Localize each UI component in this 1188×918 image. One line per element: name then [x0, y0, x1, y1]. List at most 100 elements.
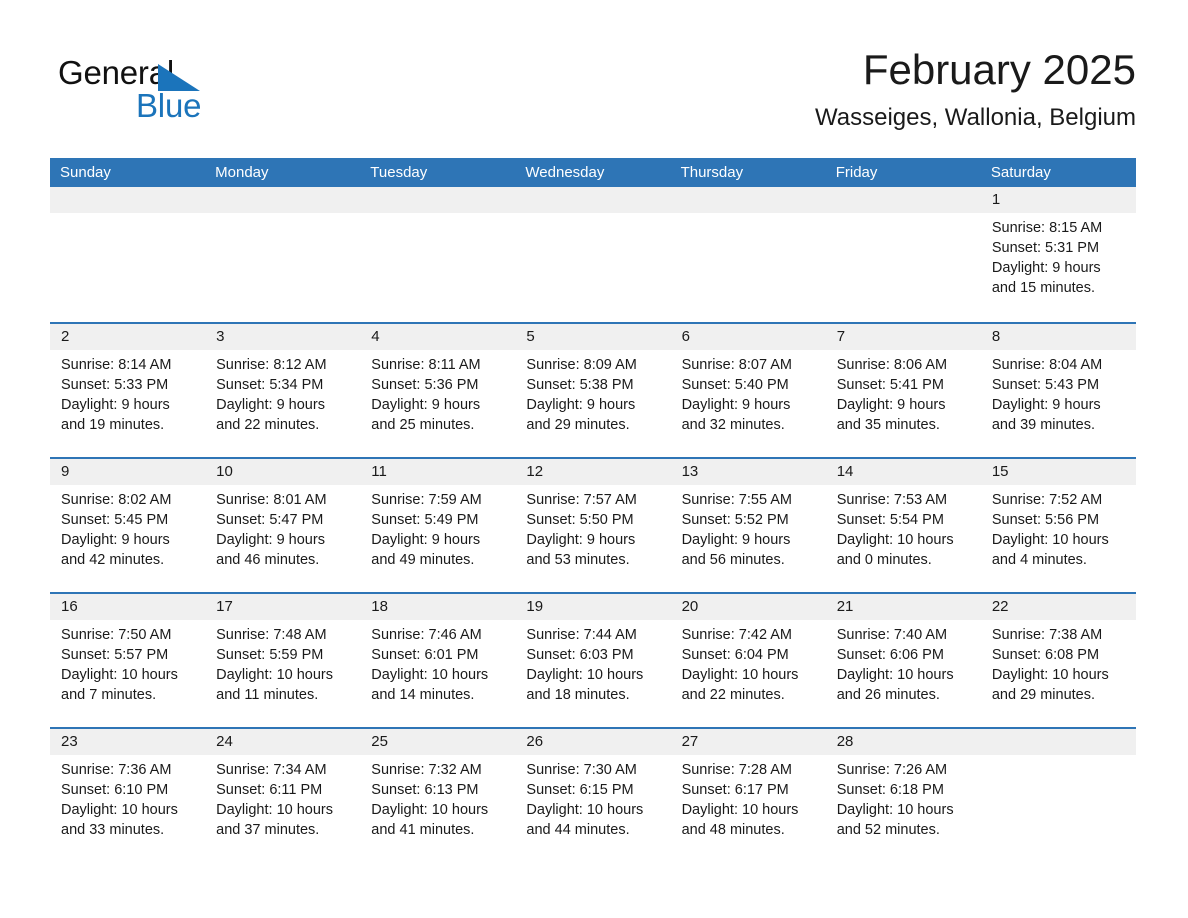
day-details: Sunrise: 7:42 AM Sunset: 6:04 PM Daylight:… [671, 620, 826, 705]
day-cell-15[interactable]: 15 Sunrise: 7:52 AM Sunset: 5:56 PM Dayligh… [980, 459, 1136, 592]
day-number: 25 [360, 729, 516, 755]
day-cell-10[interactable]: 10 Sunrise: 8:01 AM Sunset: 5:47 PM Dayligh… [205, 459, 361, 592]
sunset-text: Sunset: 5:59 PM [216, 647, 324, 663]
day-cell-7[interactable]: 7 Sunrise: 8:06 AM Sunset: 5:41 PM Daylight… [825, 324, 981, 457]
day-cell-22[interactable]: 22 Sunrise: 7:38 AM Sunset: 6:08 PM Dayligh… [980, 594, 1136, 727]
day-cell-18[interactable]: 18 Sunrise: 7:46 AM Sunset: 6:01 PM Dayligh… [360, 594, 516, 727]
daylight-text: Daylight: 10 hours and 52 minutes. [836, 802, 954, 838]
weekday-header-row: Sunday Monday Tuesday Wednesday Thursday Frid… [50, 158, 1136, 187]
day-details: Sunrise: 7:30 AM Sunset: 6:15 PM Daylight:… [515, 755, 670, 840]
sunset-text: Sunset: 5:33 PM [61, 377, 169, 393]
day-number: 11 [360, 459, 516, 485]
sunrise-text: Sunrise: 7:57 AM [526, 492, 637, 508]
day-number: 15 [980, 459, 1136, 485]
day-number: 7 [825, 324, 981, 350]
day-details: Sunrise: 8:02 AM Sunset: 5:45 PM Daylight:… [50, 485, 205, 570]
day-number: 8 [980, 324, 1136, 350]
day-details: Sunrise: 7:34 AM Sunset: 6:11 PM Daylight:… [205, 755, 360, 840]
weekday-header-sunday: Sunday [60, 164, 111, 181]
sunset-text: Sunset: 6:06 PM [836, 647, 944, 663]
day-number [50, 187, 206, 213]
day-number: 10 [205, 459, 361, 485]
day-details: Sunrise: 8:14 AM Sunset: 5:33 PM Daylight:… [50, 350, 205, 435]
day-details: Sunrise: 8:06 AM Sunset: 5:41 PM Daylight:… [826, 350, 981, 435]
day-cell-28[interactable]: 28 Sunrise: 7:26 AM Sunset: 6:18 PM Dayligh… [825, 729, 981, 862]
day-number: 6 [670, 324, 826, 350]
sunrise-text: Sunrise: 7:55 AM [681, 492, 792, 508]
day-cell-17[interactable]: 17 Sunrise: 7:48 AM Sunset: 5:59 PM Dayligh… [205, 594, 361, 727]
day-cell-21[interactable]: 21 Sunrise: 7:40 AM Sunset: 6:06 PM Dayligh… [825, 594, 981, 727]
sunrise-text: Sunrise: 8:12 AM [216, 357, 327, 373]
day-details: Sunrise: 8:01 AM Sunset: 5:47 PM Daylight:… [205, 485, 360, 570]
day-number: 26 [515, 729, 671, 755]
daylight-text: Daylight: 10 hours and 33 minutes. [61, 802, 178, 838]
daylight-text: Daylight: 9 hours and 22 minutes. [216, 397, 325, 433]
day-number: 27 [670, 729, 826, 755]
day-cell-12[interactable]: 12 Sunrise: 7:57 AM Sunset: 5:50 PM Dayligh… [515, 459, 671, 592]
day-number [825, 187, 981, 213]
day-details: Sunrise: 8:11 AM Sunset: 5:36 PM Daylight:… [360, 350, 515, 435]
day-cell-20[interactable]: 20 Sunrise: 7:42 AM Sunset: 6:04 PM Dayligh… [670, 594, 826, 727]
day-details: Sunrise: 7:36 AM Sunset: 6:10 PM Daylight:… [50, 755, 205, 840]
day-cell-23[interactable]: 23 Sunrise: 7:36 AM Sunset: 6:10 PM Dayligh… [50, 729, 206, 862]
day-cell-14[interactable]: 14 Sunrise: 7:53 AM Sunset: 5:54 PM Dayligh… [825, 459, 981, 592]
day-cell-24[interactable]: 24 Sunrise: 7:34 AM Sunset: 6:11 PM Dayligh… [205, 729, 361, 862]
daylight-text: Daylight: 9 hours and 39 minutes. [991, 397, 1101, 433]
daylight-text: Daylight: 9 hours and 29 minutes. [526, 397, 636, 433]
day-details: Sunrise: 7:52 AM Sunset: 5:56 PM Daylight:… [981, 485, 1136, 570]
daylight-text: Daylight: 9 hours and 49 minutes. [371, 532, 481, 568]
day-number: 4 [360, 324, 516, 350]
day-cell-16[interactable]: 16 Sunrise: 7:50 AM Sunset: 5:57 PM Dayligh… [50, 594, 206, 727]
daylight-text: Daylight: 10 hours and 44 minutes. [526, 802, 644, 838]
daylight-text: Daylight: 10 hours and 18 minutes. [526, 667, 644, 703]
weekday-header-friday: Friday [835, 164, 878, 181]
sunrise-text: Sunrise: 8:09 AM [526, 357, 637, 373]
day-cell-5[interactable]: 5 Sunrise: 8:09 AM Sunset: 5:38 PM Daylight… [515, 324, 671, 457]
day-number: 12 [515, 459, 671, 485]
generalblue-logo[interactable]: General Blue [58, 54, 278, 132]
day-cell-8[interactable]: 8 Sunrise: 8:04 AM Sunset: 5:43 PM Daylight… [980, 324, 1136, 457]
sunrise-text: Sunrise: 8:02 AM [61, 492, 172, 508]
day-number: 1 [980, 187, 1136, 213]
sunrise-text: Sunrise: 8:06 AM [836, 357, 948, 373]
sunset-text: Sunset: 5:45 PM [61, 512, 169, 528]
day-cell-empty [825, 187, 981, 322]
sunrise-text: Sunrise: 7:42 AM [681, 627, 792, 643]
sunset-text: Sunset: 6:13 PM [371, 782, 479, 798]
day-cell-11[interactable]: 11 Sunrise: 7:59 AM Sunset: 5:49 PM Dayligh… [360, 459, 516, 592]
logo-text-blue: Blue [136, 87, 202, 124]
day-cell-13[interactable]: 13 Sunrise: 7:55 AM Sunset: 5:52 PM Dayligh… [670, 459, 826, 592]
sunset-text: Sunset: 6:17 PM [681, 782, 789, 798]
day-cell-3[interactable]: 3 Sunrise: 8:12 AM Sunset: 5:34 PM Daylight… [205, 324, 361, 457]
day-details: Sunrise: 8:09 AM Sunset: 5:38 PM Daylight:… [515, 350, 670, 435]
calendar-week-row: 9 Sunrise: 8:02 AM Sunset: 5:45 PM Daylight… [50, 457, 1136, 592]
weekday-header-saturday: Saturday [990, 164, 1051, 181]
day-details: Sunrise: 7:57 AM Sunset: 5:50 PM Daylight:… [515, 485, 670, 570]
daylight-text: Daylight: 9 hours and 53 minutes. [526, 532, 636, 568]
sunset-text: Sunset: 5:50 PM [526, 512, 634, 528]
day-number: 14 [825, 459, 981, 485]
sunrise-text: Sunrise: 7:53 AM [836, 492, 948, 508]
day-cell-6[interactable]: 6 Sunrise: 8:07 AM Sunset: 5:40 PM Daylight… [670, 324, 826, 457]
daylight-text: Daylight: 9 hours and 46 minutes. [216, 532, 325, 568]
day-number [515, 187, 671, 213]
day-cell-25[interactable]: 25 Sunrise: 7:32 AM Sunset: 6:13 PM Dayligh… [360, 729, 516, 862]
daylight-text: Daylight: 10 hours and 14 minutes. [371, 667, 489, 703]
day-cell-27[interactable]: 27 Sunrise: 7:28 AM Sunset: 6:17 PM Dayligh… [670, 729, 826, 862]
sunrise-text: Sunrise: 7:48 AM [216, 627, 327, 643]
daylight-text: Daylight: 10 hours and 4 minutes. [991, 532, 1109, 568]
day-number: 24 [205, 729, 361, 755]
day-number: 3 [205, 324, 361, 350]
day-cell-26[interactable]: 26 Sunrise: 7:30 AM Sunset: 6:15 PM Dayligh… [515, 729, 671, 862]
day-cell-9[interactable]: 9 Sunrise: 8:02 AM Sunset: 5:45 PM Daylight… [50, 459, 206, 592]
daylight-text: Daylight: 10 hours and 29 minutes. [991, 667, 1109, 703]
day-cell-empty [670, 187, 826, 322]
day-details: Sunrise: 8:04 AM Sunset: 5:43 PM Daylight:… [981, 350, 1136, 435]
weekday-header-tuesday: Tuesday [370, 164, 428, 181]
day-cell-2[interactable]: 2 Sunrise: 8:14 AM Sunset: 5:33 PM Daylight… [50, 324, 206, 457]
day-cell-19[interactable]: 19 Sunrise: 7:44 AM Sunset: 6:03 PM Dayligh… [515, 594, 671, 727]
day-cell-4[interactable]: 4 Sunrise: 8:11 AM Sunset: 5:36 PM Daylight… [360, 324, 516, 457]
sunset-text: Sunset: 5:36 PM [371, 377, 479, 393]
sunset-text: Sunset: 5:40 PM [681, 377, 789, 393]
day-cell-1[interactable]: 1 Sunrise: 8:15 AM Sunset: 5:31 PM Daylight… [980, 187, 1136, 322]
